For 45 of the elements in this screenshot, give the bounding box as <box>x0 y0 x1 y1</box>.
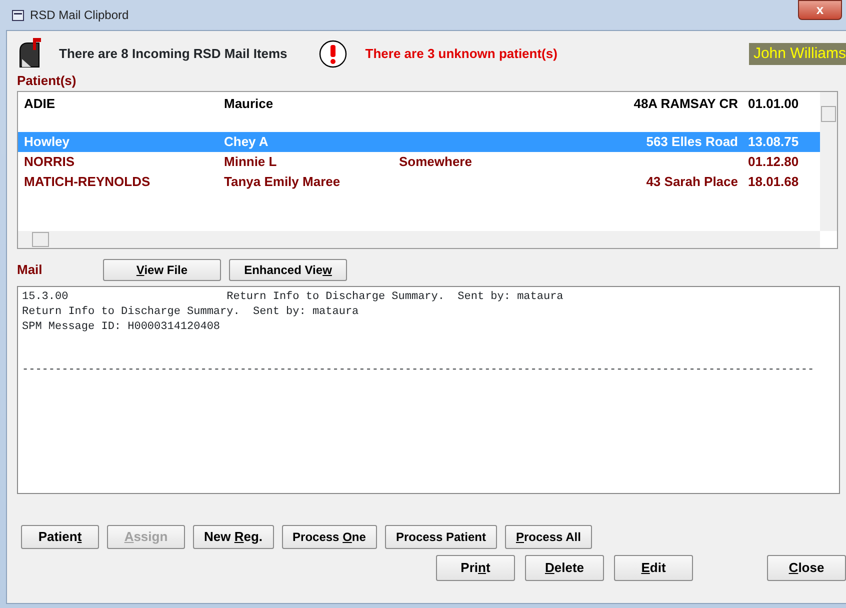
action-button[interactable]: New Reg. <box>193 524 274 548</box>
address-cell-text: 43 Sarah Place <box>645 172 739 191</box>
unknown-patients-warning: There are 3 unknown patient(s) <box>365 45 558 64</box>
mail-text-line: Return Info to Discharge Summary. Sent by: mataura <box>22 304 360 320</box>
birth-date-cell-text: 01.12.80 <box>748 152 800 171</box>
action-button[interactable]: View File <box>103 258 221 280</box>
window-title: RSD Mail Clipbord <box>30 7 129 24</box>
vertical-scrollbar[interactable] <box>820 92 837 230</box>
address-cell-text: 48A RAMSAY CR <box>632 94 739 112</box>
first-names-cell-text: Chey A <box>224 132 270 151</box>
mail-text-line: 15.3.00 Return Info to Discharge Summary. Sent by: mataura <box>22 290 564 304</box>
address-cell-text: 563 Elles Road <box>645 132 739 151</box>
action-button[interactable]: Enhanced View <box>229 258 347 280</box>
mail-label: Mail <box>17 260 44 279</box>
birth-date-cell-text: 13.08.75 <box>748 132 800 151</box>
exclamation-icon <box>319 40 348 68</box>
horizontal-scrollbar[interactable] <box>18 230 820 248</box>
dashed-separator: ------------------------------------------------------------------------------------------------------------------------ <box>22 362 816 378</box>
first-names-cell-text: Tanya Emily Maree <box>224 172 342 191</box>
action-button[interactable]: Print <box>436 554 515 580</box>
mail-text-area[interactable] <box>17 286 840 494</box>
surname-cell-text: NORRIS <box>24 152 76 171</box>
action-button[interactable]: Process All <box>504 524 592 548</box>
action-button[interactable]: Close <box>767 554 846 580</box>
patient-row[interactable]: MATICH-REYNOLDS Tanya Emily Maree 43 Sarah Place 18.01.68 <box>18 172 820 192</box>
first-names-cell-text: Minnie L <box>224 152 278 171</box>
window-icon <box>12 10 24 20</box>
action-button[interactable]: Patient <box>21 524 99 548</box>
mail-text-line: SPM Message ID: H0000314120408 <box>22 320 222 334</box>
surname-cell-text: MATICH-REYNOLDS <box>24 172 152 191</box>
action-button[interactable]: Process Patient <box>384 524 497 548</box>
surname-cell-text: ADIE <box>24 94 56 112</box>
surname-cell-text: Howley <box>24 132 71 151</box>
birth-date-cell-text: 18.01.68 <box>748 172 800 191</box>
action-button[interactable]: Delete <box>525 554 604 580</box>
user-name: John Williams <box>749 42 846 66</box>
patient-field-cell-text: Somewhere <box>399 152 473 171</box>
action-button[interactable]: Process One <box>282 524 377 548</box>
incoming-count-text: There are 8 Incoming RSD Mail Items <box>59 45 288 64</box>
patient-row[interactable]: ADIE Maurice 48A RAMSAY CR 01.01.00 <box>18 92 820 132</box>
birth-date-cell-text: 01.01.00 <box>748 94 800 112</box>
action-button[interactable]: Edit <box>614 554 693 580</box>
patients-label: Patient(s) <box>17 72 78 90</box>
patient-row[interactable]: NORRIS Minnie L Somewhere 01.12.80 <box>18 152 820 172</box>
first-names-cell-text: Maurice <box>224 94 274 112</box>
